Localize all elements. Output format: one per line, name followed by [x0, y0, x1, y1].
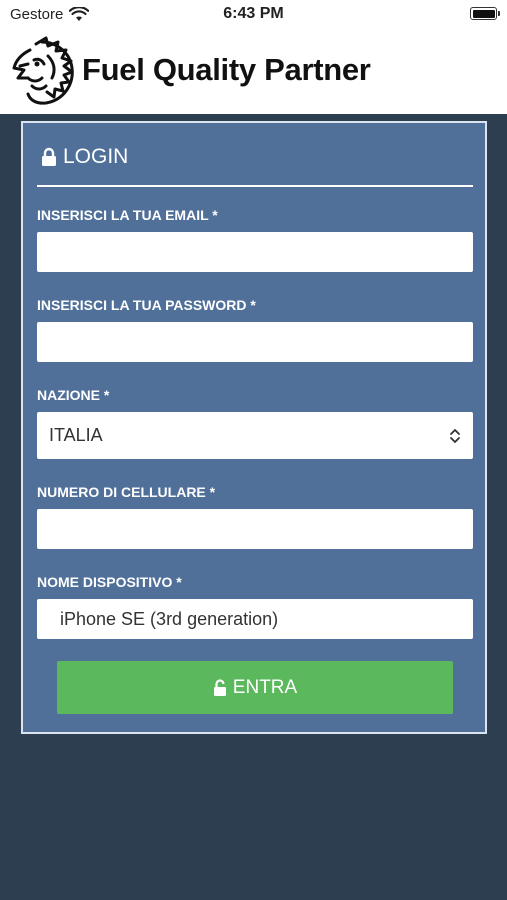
login-button-label: ENTRA [232, 676, 298, 698]
status-time: 6:43 PM [223, 5, 284, 22]
chevron-up-down-icon [450, 428, 460, 443]
password-field[interactable] [37, 322, 473, 362]
login-card: LOGIN INSERISCI LA TUA EMAIL * INSERISCI… [21, 121, 487, 734]
email-label: INSERISCI LA TUA EMAIL * [37, 207, 218, 223]
unlock-icon [213, 678, 226, 696]
login-title-label: LOGIN [63, 145, 129, 168]
battery-icon [470, 7, 500, 20]
lion-head-logo-icon [12, 36, 74, 105]
login-title: LOGIN [41, 145, 128, 169]
device-name-field[interactable] [37, 599, 473, 639]
country-value: ITALIA [49, 425, 103, 445]
phone-label: NUMERO DI CELLULARE * [37, 484, 216, 500]
country-label: NAZIONE * [37, 387, 110, 403]
email-field[interactable] [37, 232, 473, 272]
status-bar: Gestore 6:43 PM [0, 0, 507, 28]
app-title: Fuel Quality Partner [82, 52, 371, 87]
country-select[interactable]: ITALIA [37, 412, 473, 459]
lock-icon [42, 147, 56, 166]
password-label: INSERISCI LA TUA PASSWORD * [37, 297, 256, 313]
device-label: NOME DISPOSITIVO * [37, 574, 182, 590]
title-divider [37, 185, 473, 187]
app-header: Fuel Quality Partner [0, 28, 507, 114]
login-button[interactable]: ENTRA [57, 661, 453, 714]
phone-field[interactable] [37, 509, 473, 549]
